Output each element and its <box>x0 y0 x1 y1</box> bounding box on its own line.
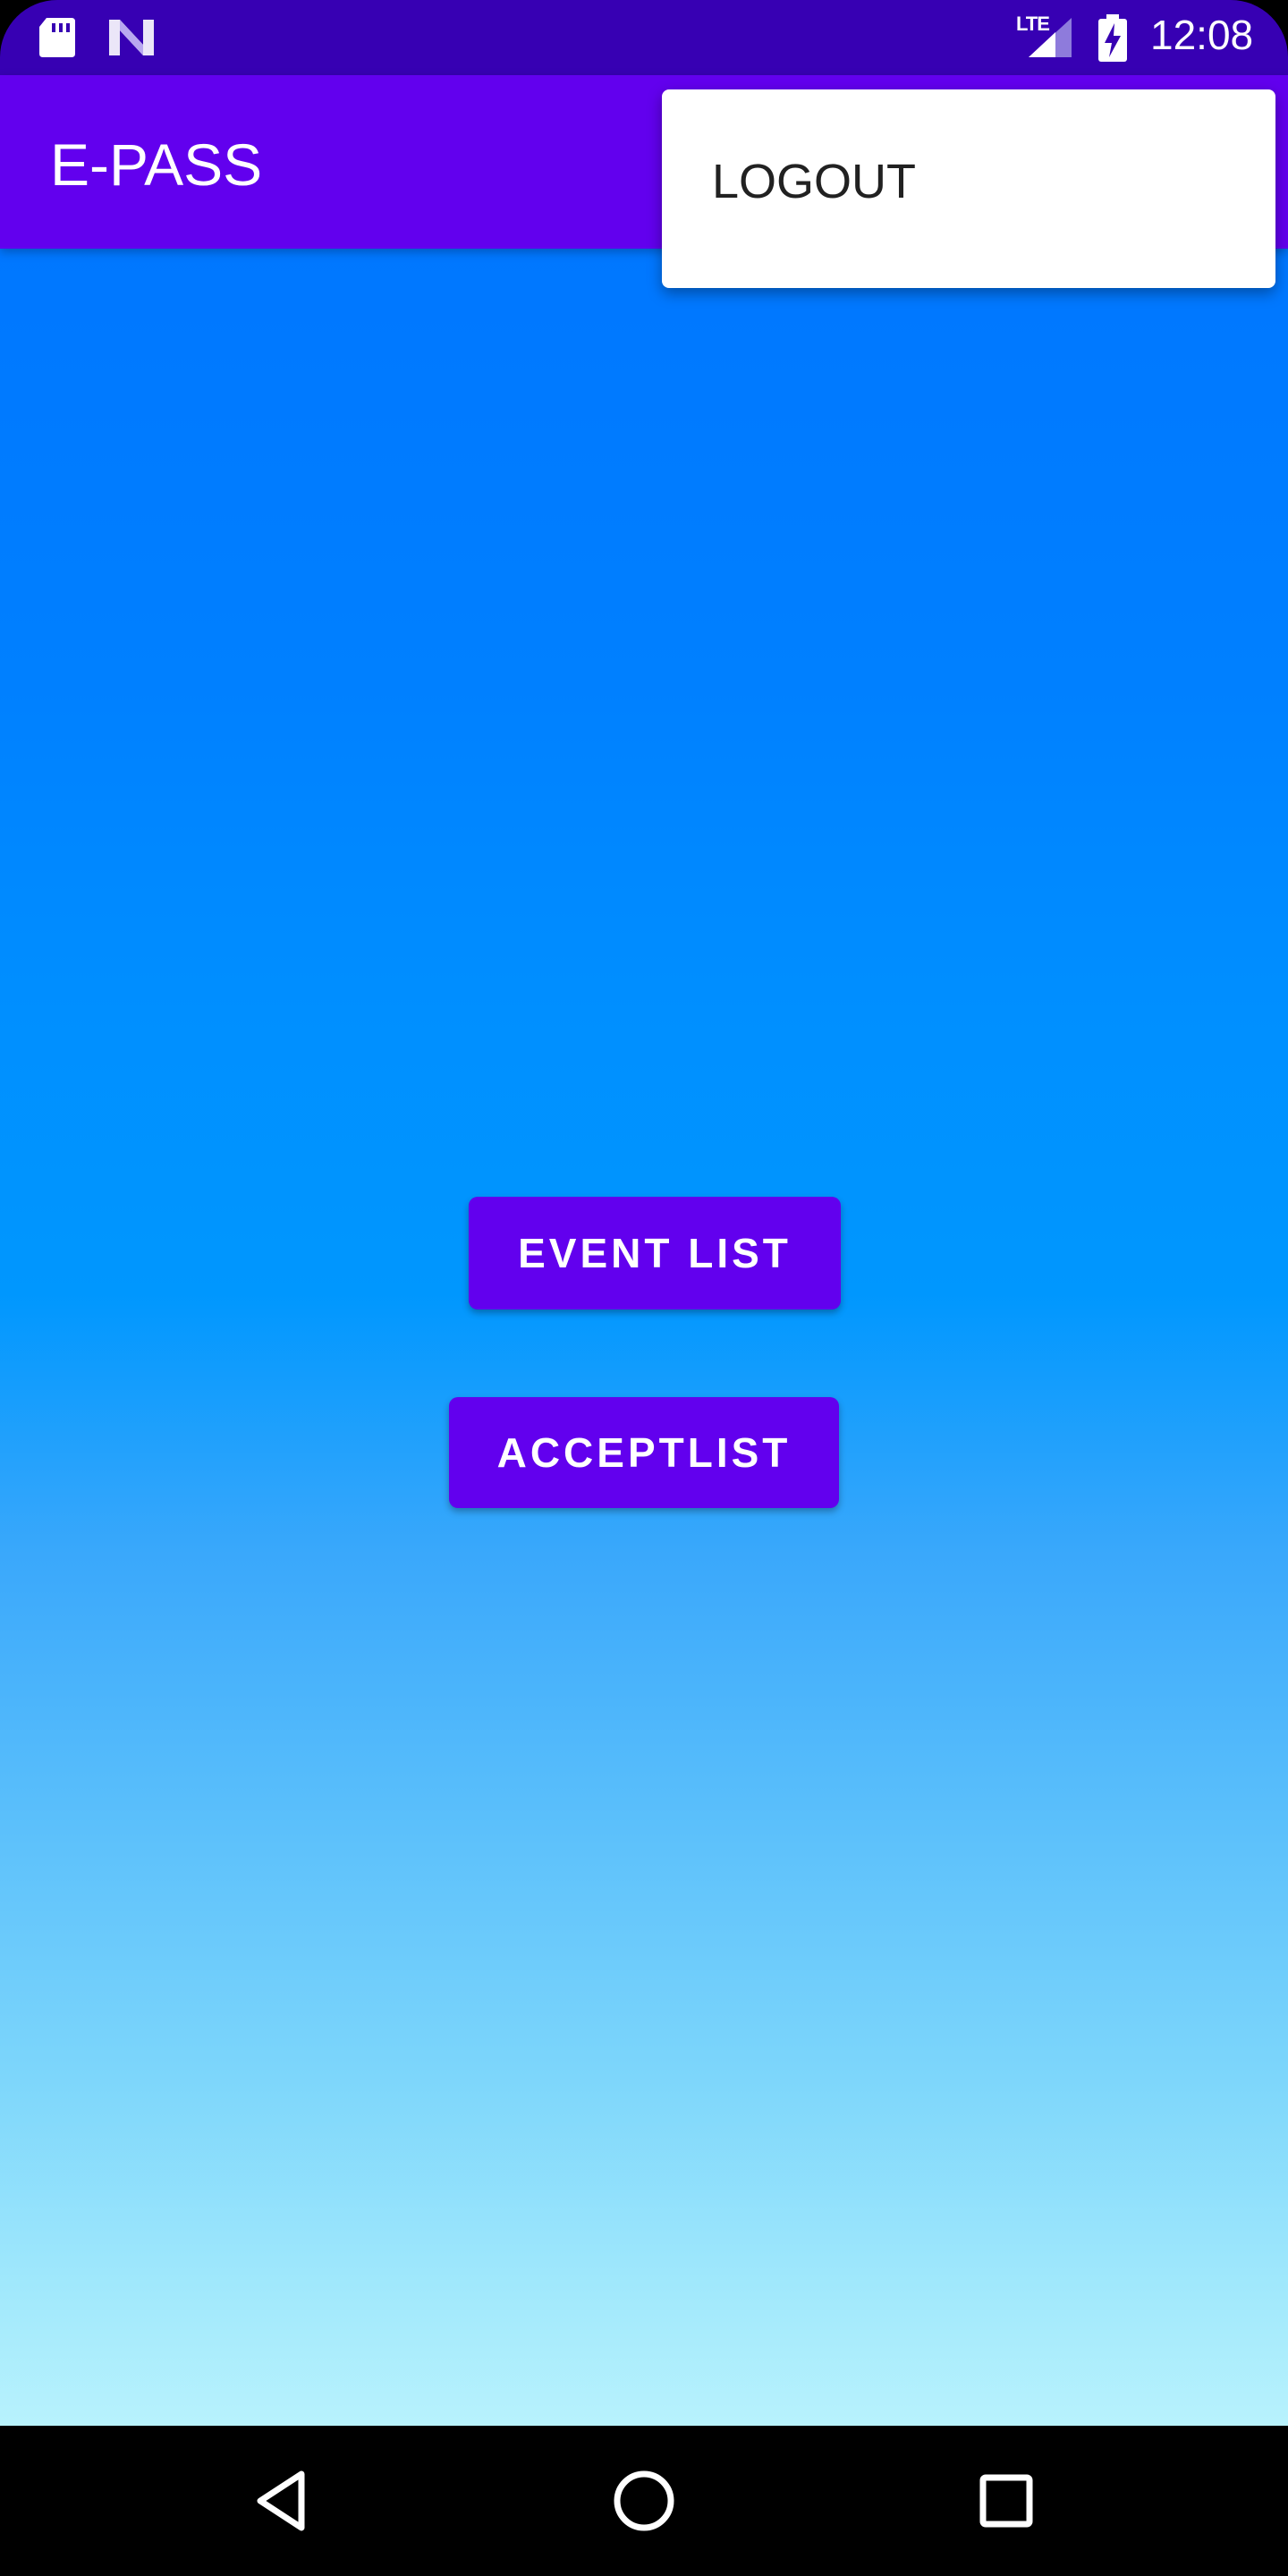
back-icon[interactable] <box>238 2456 327 2546</box>
home-icon[interactable] <box>599 2456 689 2546</box>
n-notification-icon <box>107 18 156 62</box>
main-content <box>0 249 1288 2426</box>
status-bar: LTE 12:08 <box>0 0 1288 75</box>
status-clock: 12:08 <box>1150 12 1254 58</box>
recents-icon[interactable] <box>962 2456 1051 2546</box>
accept-list-button[interactable]: ACCEPTLIST <box>449 1397 839 1508</box>
menu-item-logout[interactable]: LOGOUT <box>712 154 916 209</box>
app-title: E-PASS <box>50 131 263 198</box>
event-list-button[interactable]: EVENT LIST <box>469 1197 841 1309</box>
battery-charging-icon <box>1097 14 1129 67</box>
phone-screen: LTE 12:08 E-PASS EVENT LIST ACCEPTLIST L… <box>0 0 1288 2576</box>
overflow-menu: LOGOUT <box>662 89 1275 288</box>
signal-icon <box>1027 16 1073 64</box>
navigation-bar <box>0 2426 1288 2576</box>
sd-card-icon <box>38 16 77 64</box>
